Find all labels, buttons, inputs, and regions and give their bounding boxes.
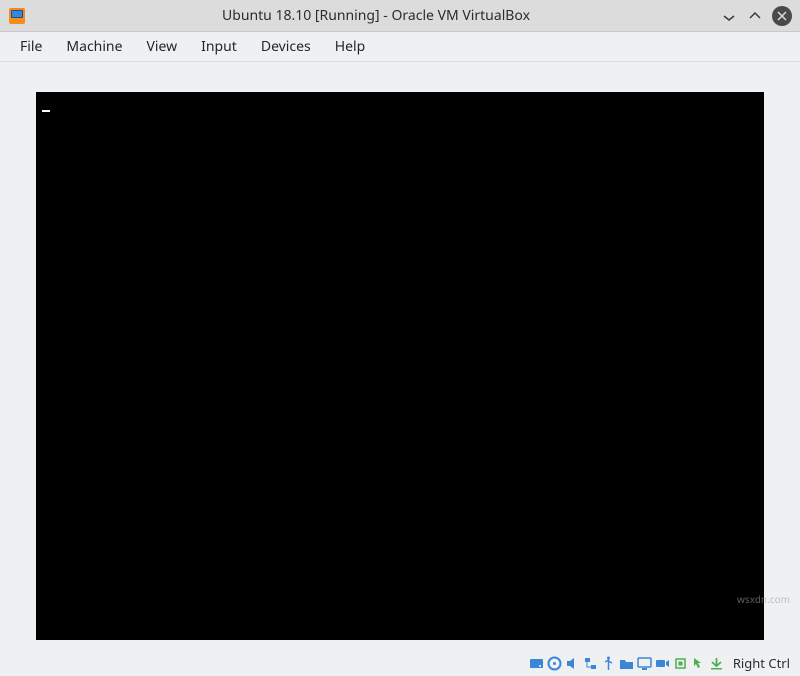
window-titlebar: Ubuntu 18.10 [Running] - Oracle VM Virtu…	[0, 0, 800, 32]
window-controls	[720, 6, 792, 26]
statusbar: Right Ctrl	[0, 650, 800, 676]
menubar: File Machine View Input Devices Help	[0, 32, 800, 62]
terminal-cursor	[42, 110, 50, 112]
menu-machine[interactable]: Machine	[56, 33, 132, 60]
menu-file[interactable]: File	[10, 33, 52, 60]
minimize-button[interactable]	[720, 7, 738, 25]
menu-view[interactable]: View	[136, 33, 187, 60]
content-area: wsxdn.com	[0, 62, 800, 650]
vm-display[interactable]	[36, 92, 764, 640]
menu-help[interactable]: Help	[325, 33, 376, 60]
menu-input[interactable]: Input	[191, 33, 247, 60]
close-button[interactable]	[772, 6, 792, 26]
virtualbox-icon	[8, 7, 26, 25]
menu-devices[interactable]: Devices	[251, 33, 321, 60]
window-title: Ubuntu 18.10 [Running] - Oracle VM Virtu…	[32, 6, 720, 25]
maximize-button[interactable]	[746, 7, 764, 25]
hostkey-label[interactable]: Right Ctrl	[733, 654, 790, 672]
watermark-text: wsxdn.com	[737, 592, 790, 606]
